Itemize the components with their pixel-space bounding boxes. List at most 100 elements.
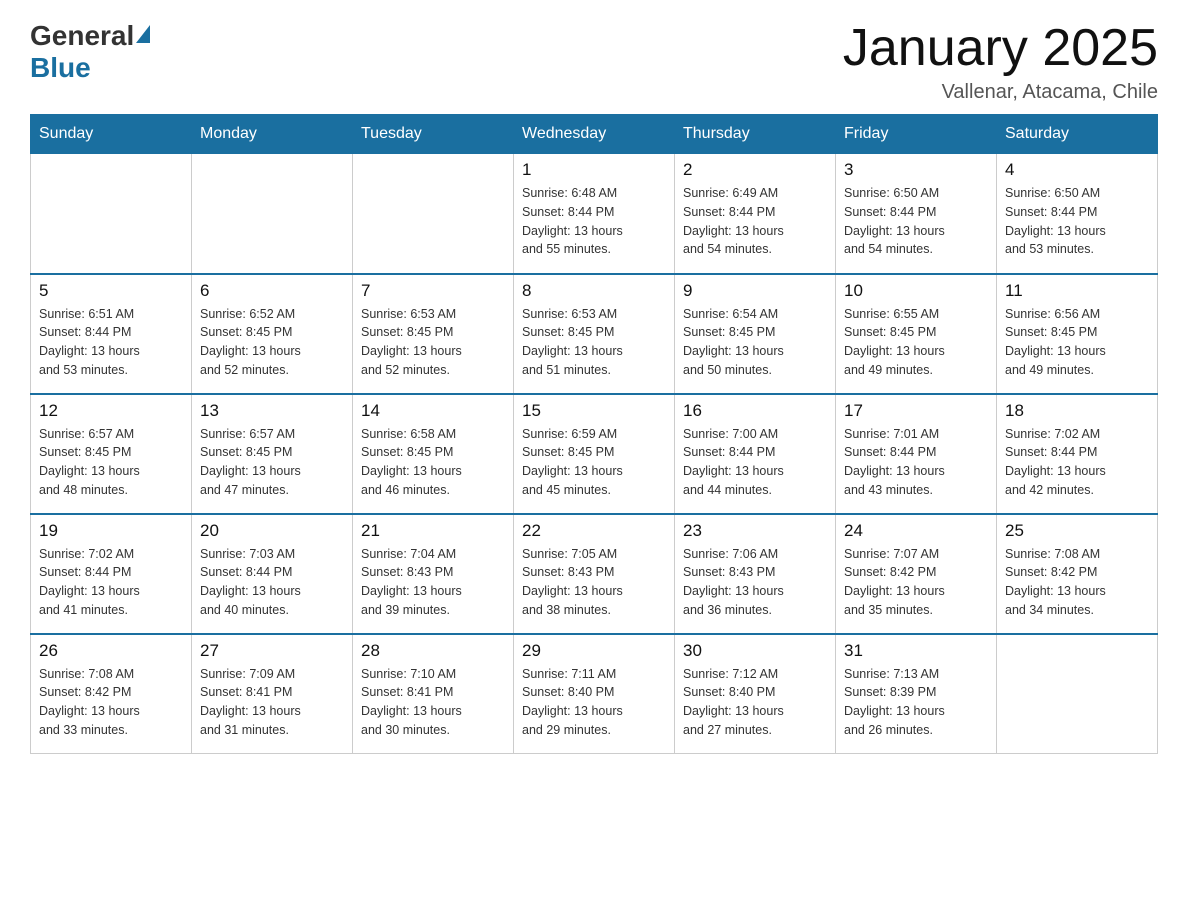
column-header-sunday: Sunday — [31, 115, 192, 154]
day-info: Sunrise: 7:10 AMSunset: 8:41 PMDaylight:… — [361, 665, 505, 740]
calendar-cell: 14 Sunrise: 6:58 AMSunset: 8:45 PMDayligh… — [353, 394, 514, 514]
day-info: Sunrise: 6:53 AMSunset: 8:45 PMDaylight:… — [522, 305, 666, 380]
day-info: Sunrise: 6:48 AMSunset: 8:44 PMDaylight:… — [522, 184, 666, 259]
day-info: Sunrise: 6:59 AMSunset: 8:45 PMDaylight:… — [522, 425, 666, 500]
calendar-cell: 21 Sunrise: 7:04 AMSunset: 8:43 PMDayligh… — [353, 514, 514, 634]
day-info: Sunrise: 6:56 AMSunset: 8:45 PMDaylight:… — [1005, 305, 1149, 380]
calendar-cell — [353, 154, 514, 274]
day-number: 27 — [200, 641, 344, 661]
day-info: Sunrise: 7:00 AMSunset: 8:44 PMDaylight:… — [683, 425, 827, 500]
day-number: 28 — [361, 641, 505, 661]
calendar-cell: 9 Sunrise: 6:54 AMSunset: 8:45 PMDaylight… — [675, 274, 836, 394]
calendar-cell: 12 Sunrise: 6:57 AMSunset: 8:45 PMDayligh… — [31, 394, 192, 514]
calendar-cell — [192, 154, 353, 274]
calendar-cell: 16 Sunrise: 7:00 AMSunset: 8:44 PMDayligh… — [675, 394, 836, 514]
column-header-friday: Friday — [836, 115, 997, 154]
calendar-cell: 8Sunrise: 6:53 AMSunset: 8:45 PMDaylight… — [514, 274, 675, 394]
column-header-saturday: Saturday — [997, 115, 1158, 154]
day-info: Sunrise: 6:58 AMSunset: 8:45 PMDaylight:… — [361, 425, 505, 500]
day-number: 19 — [39, 521, 183, 541]
logo: General Blue — [30, 20, 150, 84]
day-info: Sunrise: 7:02 AMSunset: 8:44 PMDaylight:… — [39, 545, 183, 620]
calendar-cell: 6 Sunrise: 6:52 AMSunset: 8:45 PMDaylight… — [192, 274, 353, 394]
calendar-cell: 17 Sunrise: 7:01 AMSunset: 8:44 PMDayligh… — [836, 394, 997, 514]
day-number: 14 — [361, 401, 505, 421]
day-info: Sunrise: 6:50 AMSunset: 8:44 PMDaylight:… — [844, 184, 988, 259]
day-info: Sunrise: 6:55 AMSunset: 8:45 PMDaylight:… — [844, 305, 988, 380]
calendar-cell: 24 Sunrise: 7:07 AMSunset: 8:42 PMDayligh… — [836, 514, 997, 634]
day-info: Sunrise: 7:06 AMSunset: 8:43 PMDaylight:… — [683, 545, 827, 620]
day-info: Sunrise: 7:05 AMSunset: 8:43 PMDaylight:… — [522, 545, 666, 620]
day-info: Sunrise: 6:50 AMSunset: 8:44 PMDaylight:… — [1005, 184, 1149, 259]
calendar-cell: 13Sunrise: 6:57 AMSunset: 8:45 PMDayligh… — [192, 394, 353, 514]
day-number: 21 — [361, 521, 505, 541]
day-info: Sunrise: 7:08 AMSunset: 8:42 PMDaylight:… — [1005, 545, 1149, 620]
page-header: General Blue January 2025 Vallenar, Atac… — [30, 20, 1158, 104]
calendar-cell: 7 Sunrise: 6:53 AMSunset: 8:45 PMDaylight… — [353, 274, 514, 394]
calendar-cell: 3 Sunrise: 6:50 AMSunset: 8:44 PMDaylight… — [836, 154, 997, 274]
day-number: 15 — [522, 401, 666, 421]
day-info: Sunrise: 7:09 AMSunset: 8:41 PMDaylight:… — [200, 665, 344, 740]
calendar-week-row: 1Sunrise: 6:48 AMSunset: 8:44 PMDaylight… — [31, 154, 1158, 274]
day-info: Sunrise: 6:52 AMSunset: 8:45 PMDaylight:… — [200, 305, 344, 380]
day-number: 6 — [200, 281, 344, 301]
month-title: January 2025 — [843, 20, 1158, 77]
day-info: Sunrise: 7:08 AMSunset: 8:42 PMDaylight:… — [39, 665, 183, 740]
calendar-cell: 10 Sunrise: 6:55 AMSunset: 8:45 PMDayligh… — [836, 274, 997, 394]
calendar-cell: 29Sunrise: 7:11 AMSunset: 8:40 PMDayligh… — [514, 634, 675, 754]
calendar-cell: 19 Sunrise: 7:02 AMSunset: 8:44 PMDayligh… — [31, 514, 192, 634]
day-number: 24 — [844, 521, 988, 541]
day-number: 16 — [683, 401, 827, 421]
day-number: 3 — [844, 160, 988, 180]
day-info: Sunrise: 6:49 AMSunset: 8:44 PMDaylight:… — [683, 184, 827, 259]
calendar-cell: 15 Sunrise: 6:59 AMSunset: 8:45 PMDayligh… — [514, 394, 675, 514]
calendar-cell: 1Sunrise: 6:48 AMSunset: 8:44 PMDaylight… — [514, 154, 675, 274]
day-number: 10 — [844, 281, 988, 301]
calendar-cell: 30Sunrise: 7:12 AMSunset: 8:40 PMDayligh… — [675, 634, 836, 754]
logo-general-text: General — [30, 20, 134, 52]
calendar-week-row: 26Sunrise: 7:08 AMSunset: 8:42 PMDayligh… — [31, 634, 1158, 754]
day-number: 29 — [522, 641, 666, 661]
title-block: January 2025 Vallenar, Atacama, Chile — [843, 20, 1158, 104]
calendar-cell: 22 Sunrise: 7:05 AMSunset: 8:43 PMDayligh… — [514, 514, 675, 634]
day-info: Sunrise: 7:03 AMSunset: 8:44 PMDaylight:… — [200, 545, 344, 620]
day-number: 30 — [683, 641, 827, 661]
day-info: Sunrise: 7:04 AMSunset: 8:43 PMDaylight:… — [361, 545, 505, 620]
day-number: 9 — [683, 281, 827, 301]
day-number: 23 — [683, 521, 827, 541]
calendar-table: SundayMondayTuesdayWednesdayThursdayFrid… — [30, 114, 1158, 754]
day-number: 22 — [522, 521, 666, 541]
day-number: 31 — [844, 641, 988, 661]
calendar-cell: 25 Sunrise: 7:08 AMSunset: 8:42 PMDayligh… — [997, 514, 1158, 634]
day-number: 17 — [844, 401, 988, 421]
calendar-cell: 2 Sunrise: 6:49 AMSunset: 8:44 PMDaylight… — [675, 154, 836, 274]
day-number: 11 — [1005, 281, 1149, 301]
day-number: 2 — [683, 160, 827, 180]
calendar-cell: 11 Sunrise: 6:56 AMSunset: 8:45 PMDayligh… — [997, 274, 1158, 394]
calendar-cell — [997, 634, 1158, 754]
calendar-week-row: 5Sunrise: 6:51 AMSunset: 8:44 PMDaylight… — [31, 274, 1158, 394]
logo-blue-text: Blue — [30, 52, 91, 84]
day-info: Sunrise: 6:57 AMSunset: 8:45 PMDaylight:… — [200, 425, 344, 500]
column-header-thursday: Thursday — [675, 115, 836, 154]
day-info: Sunrise: 7:01 AMSunset: 8:44 PMDaylight:… — [844, 425, 988, 500]
day-number: 4 — [1005, 160, 1149, 180]
location-text: Vallenar, Atacama, Chile — [843, 81, 1158, 104]
day-info: Sunrise: 6:57 AMSunset: 8:45 PMDaylight:… — [39, 425, 183, 500]
day-number: 18 — [1005, 401, 1149, 421]
calendar-week-row: 19 Sunrise: 7:02 AMSunset: 8:44 PMDayligh… — [31, 514, 1158, 634]
day-number: 12 — [39, 401, 183, 421]
day-number: 7 — [361, 281, 505, 301]
day-info: Sunrise: 7:07 AMSunset: 8:42 PMDaylight:… — [844, 545, 988, 620]
day-number: 25 — [1005, 521, 1149, 541]
calendar-cell: 28 Sunrise: 7:10 AMSunset: 8:41 PMDayligh… — [353, 634, 514, 754]
day-info: Sunrise: 7:02 AMSunset: 8:44 PMDaylight:… — [1005, 425, 1149, 500]
calendar-cell: 4 Sunrise: 6:50 AMSunset: 8:44 PMDaylight… — [997, 154, 1158, 274]
calendar-cell: 31Sunrise: 7:13 AMSunset: 8:39 PMDayligh… — [836, 634, 997, 754]
calendar-header-row: SundayMondayTuesdayWednesdayThursdayFrid… — [31, 115, 1158, 154]
column-header-tuesday: Tuesday — [353, 115, 514, 154]
calendar-cell: 5Sunrise: 6:51 AMSunset: 8:44 PMDaylight… — [31, 274, 192, 394]
column-header-wednesday: Wednesday — [514, 115, 675, 154]
day-info: Sunrise: 6:54 AMSunset: 8:45 PMDaylight:… — [683, 305, 827, 380]
day-info: Sunrise: 6:53 AMSunset: 8:45 PMDaylight:… — [361, 305, 505, 380]
